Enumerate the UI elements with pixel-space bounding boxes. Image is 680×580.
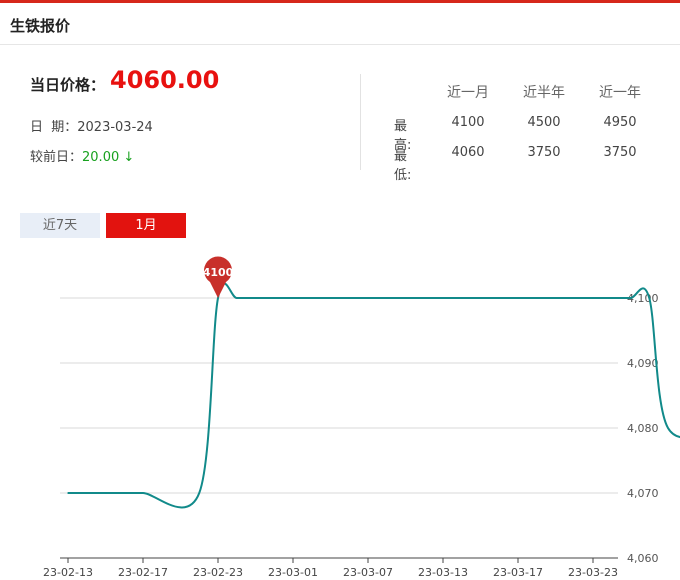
data-point — [385, 297, 388, 299]
price-line — [67, 282, 680, 509]
x-tick-label: 23-03-07 — [343, 566, 393, 579]
data-point — [67, 492, 69, 494]
stats-header-halfyear: 近半年 — [523, 85, 565, 101]
data-point — [142, 492, 144, 494]
data-point — [235, 297, 238, 299]
data-point — [198, 492, 201, 494]
x-tick-label: 23-03-17 — [493, 566, 543, 579]
data-point — [479, 297, 482, 299]
y-tick-label: 4,070 — [627, 487, 659, 500]
stats-low-year: 3750 — [603, 145, 637, 160]
title-bar: 生铁报价 — [0, 3, 680, 45]
y-tick-label: 4,080 — [627, 422, 659, 435]
divider — [360, 74, 361, 170]
y-tick-label: 4,090 — [627, 357, 659, 370]
y-tick-label: 4,100 — [627, 292, 659, 305]
y-tick-label: 4,060 — [627, 552, 659, 565]
data-point — [104, 492, 107, 494]
stats-high-halfyear: 4500 — [527, 115, 561, 130]
date-label: 日 期： — [30, 120, 78, 135]
change-value: 20.00 — [82, 150, 120, 165]
stats-header-month: 近一月 — [447, 85, 489, 101]
change-label: 较前日： — [30, 150, 83, 165]
date-row: 日 期：2023-03-24 — [30, 116, 153, 135]
data-point — [254, 297, 257, 299]
x-tick-label: 23-03-23 — [568, 566, 618, 579]
stats-row-low-label: 最低: — [394, 149, 412, 183]
data-point — [592, 297, 594, 299]
data-point — [498, 297, 501, 299]
x-tick-label: 23-02-23 — [193, 566, 243, 579]
data-point — [329, 297, 332, 299]
data-point — [629, 297, 632, 299]
x-tick-label: 23-03-13 — [418, 566, 468, 579]
change-row: 较前日：20.00 ↓ — [30, 146, 134, 165]
data-point — [123, 492, 126, 494]
stats-header-year: 近一年 — [599, 85, 641, 101]
date-value: 2023-03-24 — [77, 120, 153, 135]
data-point — [648, 297, 651, 299]
data-point — [610, 297, 613, 299]
price-label: 当日价格： — [30, 76, 106, 94]
data-point — [517, 297, 519, 299]
x-tick-label: 23-02-17 — [118, 566, 168, 579]
price-pin-icon — [204, 256, 233, 298]
page-title: 生铁报价 — [10, 17, 71, 35]
stats-low-halfyear: 3750 — [527, 145, 561, 160]
data-point — [348, 297, 351, 299]
tab-1-month[interactable]: 1月 — [106, 213, 186, 238]
stats-high-year: 4950 — [603, 115, 637, 130]
x-tick-label: 23-03-01 — [268, 566, 318, 579]
tab-7-days[interactable]: 近7天 — [20, 213, 100, 238]
x-tick-label: 23-02-13 — [43, 566, 93, 579]
data-point — [85, 492, 88, 494]
data-point — [404, 297, 407, 299]
data-point — [273, 297, 276, 299]
stats-low-month: 4060 — [451, 145, 485, 160]
data-point — [667, 427, 669, 429]
down-arrow-icon: ↓ — [123, 150, 135, 165]
stats-high-month: 4100 — [451, 115, 485, 130]
data-point — [460, 297, 463, 299]
data-point — [535, 297, 538, 299]
data-point — [367, 297, 369, 299]
pin-label: 4100 — [203, 266, 234, 279]
data-point — [217, 297, 219, 299]
price-value: 4060.00 — [110, 66, 220, 94]
